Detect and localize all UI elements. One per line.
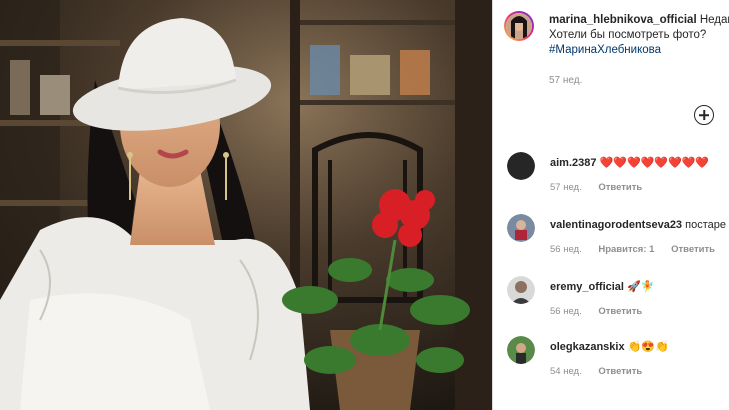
avatar[interactable] <box>507 214 535 242</box>
avatar[interactable] <box>507 152 535 180</box>
reply-button[interactable]: Ответить <box>598 366 642 377</box>
post-time[interactable]: 57 нед. <box>549 75 582 86</box>
comment-time[interactable]: 54 нед. <box>550 366 582 377</box>
comment-text: ❤️❤️❤️❤️❤️❤️❤️❤️ <box>599 157 710 169</box>
reply-button[interactable]: Ответить <box>598 306 642 317</box>
comment-text: 🚀🧚 <box>627 281 655 293</box>
caption-text-line2: Хотели бы посмотреть фото? <box>549 29 707 41</box>
comment-item: valentinagorodentseva23 постаре 56 нед. … <box>507 214 729 264</box>
comment-item: aim.2387 ❤️❤️❤️❤️❤️❤️❤️❤️ 57 нед. Ответи… <box>507 152 729 202</box>
comment-text: 👏😍👏 <box>627 341 669 353</box>
avatar[interactable] <box>507 336 535 364</box>
comment-time[interactable]: 56 нед. <box>550 244 582 255</box>
comment-text: постаре <box>685 219 726 231</box>
reply-button[interactable]: Ответить <box>598 182 642 193</box>
comment-item: olegkazanskix 👏😍👏 54 нед. Ответить <box>507 336 729 386</box>
plus-circle-icon[interactable] <box>694 105 714 125</box>
comment-username[interactable]: olegkazanskix <box>550 341 625 353</box>
author-avatar[interactable] <box>504 11 534 41</box>
comment-time[interactable]: 57 нед. <box>550 182 582 193</box>
caption-text-start: Недавн <box>699 14 729 26</box>
post-photo <box>0 0 492 410</box>
reply-button[interactable]: Ответить <box>671 244 715 255</box>
comment-time[interactable]: 56 нед. <box>550 306 582 317</box>
comment-username[interactable]: valentinagorodentseva23 <box>550 219 682 231</box>
avatar[interactable] <box>507 276 535 304</box>
comment-username[interactable]: eremy_official <box>550 281 624 293</box>
comment-username[interactable]: aim.2387 <box>550 157 596 169</box>
author-username[interactable]: marina_hlebnikova_official <box>549 14 697 26</box>
likes-count[interactable]: Нравится: 1 <box>598 244 654 255</box>
comments-panel: marina_hlebnikova_official Недавн Хотели… <box>492 0 729 410</box>
comment-item: eremy_official 🚀🧚 56 нед. Ответить <box>507 276 729 326</box>
caption-hashtag[interactable]: #МаринаХлебникова <box>549 44 661 56</box>
